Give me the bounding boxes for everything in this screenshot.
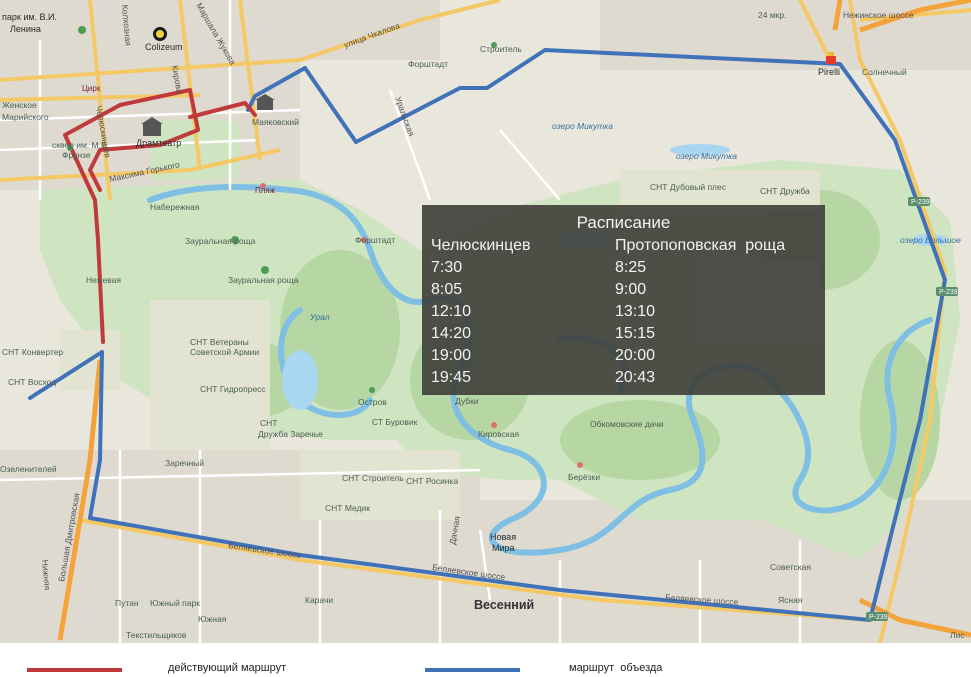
detour-route-label: маршрут объезда (569, 662, 663, 674)
label-karachi: Карачи (305, 595, 333, 605)
label-lis: Лис (950, 630, 965, 640)
label-park-lenina: парк им. В.И. (2, 12, 57, 22)
time-a: 8:05 (431, 281, 463, 298)
schedule-column-b: Протопоповская роща 8:25 9:00 13:10 15:1… (615, 235, 785, 389)
label-colizeum: Colizeum (145, 42, 183, 52)
label-ostrov: Остров (358, 397, 387, 407)
label-snt-konverter: СНТ Конвертер (2, 347, 63, 357)
schedule-column-a: Челюскинцев 7:30 8:05 12:10 14:20 19:00 … (431, 235, 531, 389)
label-snt-veterany: СНТ Ветераны (190, 337, 249, 347)
label-park-lenina-2: Ленина (10, 24, 41, 34)
label-novaya-mira: Новая (490, 532, 516, 542)
stop-a-header: Челюскинцев (431, 237, 531, 254)
label-beryozki: Берёзки (568, 472, 600, 482)
label-plyazh: Пляж (255, 186, 276, 195)
label-skver-frunze-2: Фрунзе (62, 150, 91, 160)
label-putan: Путан (115, 598, 139, 608)
label-tsirk: Цирк (82, 84, 101, 93)
active-route-label: действующий маршрут (168, 662, 287, 674)
label-kirovskaya: Кировская (478, 429, 519, 439)
label-snt-druzhba-1: СНТ Дружба (760, 186, 810, 196)
label-mayakovsky: Маяковский (252, 117, 299, 127)
time-b: 9:00 (615, 281, 647, 298)
time-a: 19:45 (431, 369, 472, 386)
label-novaya-mira-2: Мира (492, 543, 515, 553)
label-snt-rosinka: СНТ Росинка (406, 476, 458, 486)
label-snt-gidropress: СНТ Гидропресс (200, 384, 266, 394)
label-obkomovskie-dachi: Обкомовские дачи (590, 419, 664, 429)
time-b: 13:10 (615, 303, 656, 320)
label-mkr-24: 24 мкр. (758, 10, 786, 20)
label-ozelenitelei: Озеленителей (0, 464, 57, 474)
label-kuzhevaya: Нежевая (86, 275, 121, 285)
label-zhenskoe: Женское (2, 100, 37, 110)
time-a: 14:20 (431, 325, 472, 342)
label-r239-3: Р-239 (869, 614, 888, 621)
label-yasnaya: Ясная (778, 595, 803, 605)
label-yuzhny-park: Южный парк (150, 598, 200, 608)
label-ural-river: Урал (309, 312, 330, 322)
label-ozero-mikutka-1: озеро Микутка (552, 121, 613, 131)
label-snt-burovik: СТ Буровик (372, 417, 418, 427)
label-tekstilshchikov: Текстильщиков (126, 630, 187, 640)
label-naberezhnaya: Набережная (150, 202, 200, 212)
label-ozero-mikutka-2: озеро Микутка (676, 151, 737, 161)
label-r239-2: Р-239 (939, 289, 958, 296)
time-b: 20:43 (615, 369, 656, 386)
label-solnechny: Солнечный (862, 67, 907, 77)
label-snt-druzhba-zarechye-2: Дружба Заречье (258, 429, 323, 439)
time-a: 19:00 (431, 347, 472, 364)
stop-b-header: Протопоповская роща (615, 237, 786, 254)
active-route-swatch (27, 668, 122, 672)
label-snt-medik: СНТ Медик (325, 503, 370, 513)
label-pirelli: Pirelli (818, 67, 840, 77)
label-snt-stroitel: СНТ Строитель (342, 473, 404, 483)
schedule-title: Расписание (576, 213, 671, 232)
label-nezhinskoe-shosse: Нежинское шоссе (843, 10, 914, 20)
label-yuzhnaya: Южная (198, 614, 227, 624)
time-a: 12:10 (431, 303, 472, 320)
colizeum-icon (153, 27, 167, 41)
map-legend: действующий маршрут маршрут объезда (0, 643, 971, 677)
label-snt-veterany-2: Советской Армии (190, 347, 259, 357)
label-sovetskaya: Советская (770, 562, 811, 572)
label-snt-voskhod: СНТ Восход (8, 377, 56, 387)
label-dubki: Дубки (455, 396, 479, 406)
detour-route-swatch (425, 668, 520, 672)
time-b: 20:00 (615, 347, 656, 364)
label-vesenny: Весенний (474, 598, 534, 612)
time-b: 15:15 (615, 325, 656, 342)
label-mariskogo: Марийского (2, 112, 49, 122)
time-b: 8:25 (615, 259, 647, 276)
label-snt-dubovy-ples: СНТ Дубовый плес (650, 182, 727, 192)
label-stroitel: Строитель (480, 44, 522, 54)
label-dramteatr: Драмтеатр (136, 138, 181, 148)
schedule-panel: Расписание Челюскинцев 7:30 8:05 12:10 1… (422, 205, 825, 395)
label-r239-1: Р-239 (911, 199, 930, 206)
label-forshtadt-1: Форштадт (355, 235, 395, 245)
label-zauralnaya-roshcha: Зауральная роща (185, 236, 256, 246)
label-snt-druzhba-zarechye: СНТ (260, 418, 277, 428)
label-zarechny: Заречный (165, 458, 204, 468)
time-a: 7:30 (431, 259, 463, 276)
label-forshtadt-2: Форштадт (408, 59, 448, 69)
label-zauralnaya-roshcha-2: Зауральная роща (228, 275, 299, 285)
label-ozero-bolshoe: озеро Большое (900, 235, 961, 245)
